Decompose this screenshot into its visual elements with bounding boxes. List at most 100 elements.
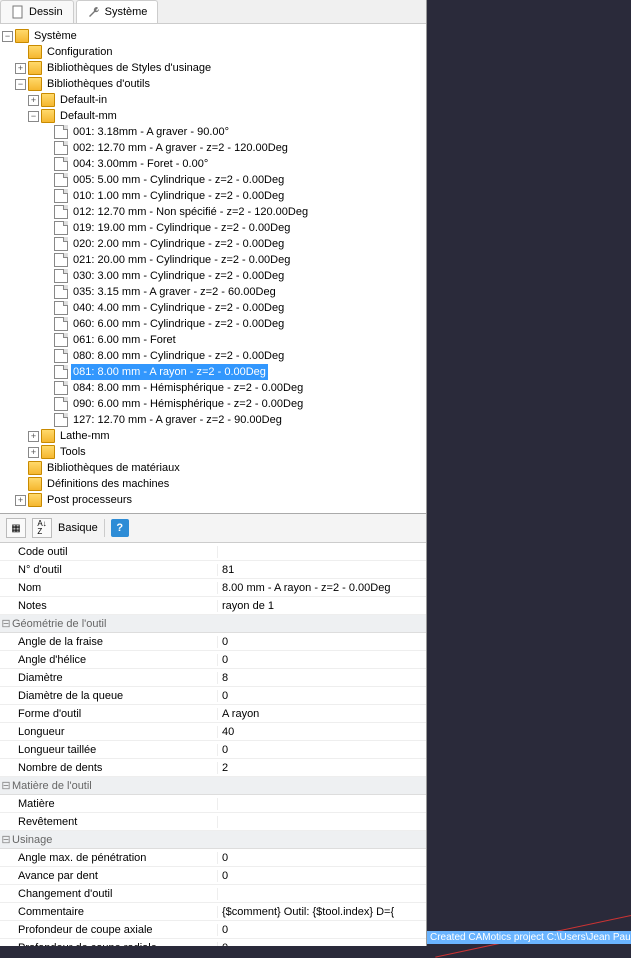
property-row[interactable]: Longueur taillée0 [0,741,426,759]
property-row[interactable]: Matière [0,795,426,813]
expand-icon[interactable]: + [28,95,39,106]
property-value[interactable]: 0 [218,924,426,936]
tree-tool-libs[interactable]: −Bibliothèques d'outils [2,76,424,92]
tree-tool-item[interactable]: 090: 6.00 mm - Hémisphérique - z=2 - 0.0… [2,396,424,412]
folder-icon [28,477,42,491]
property-name: Diamètre [0,672,218,684]
tree-tool-item[interactable]: 021: 20.00 mm - Cylindrique - z=2 - 0.00… [2,252,424,268]
property-row[interactable]: Notesrayon de 1 [0,597,426,615]
tree-tool-item[interactable]: 019: 19.00 mm - Cylindrique - z=2 - 0.00… [2,220,424,236]
property-value[interactable]: 0 [218,942,426,947]
property-value[interactable]: 0 [218,690,426,702]
collapse-icon[interactable]: ⊟ [0,617,12,630]
property-row[interactable]: Avance par dent0 [0,867,426,885]
tree-tool-item[interactable]: 060: 6.00 mm - Cylindrique - z=2 - 0.00D… [2,316,424,332]
tree-tool-item[interactable]: 004: 3.00mm - Foret - 0.00° [2,156,424,172]
tree-tool-item[interactable]: 012: 12.70 mm - Non spécifié - z=2 - 120… [2,204,424,220]
categorize-button[interactable]: ▦ [6,518,26,538]
tree-tools[interactable]: +Tools [2,444,424,460]
collapse-icon[interactable]: ⊟ [0,833,12,846]
collapse-icon[interactable]: − [2,31,13,42]
tree-style-libs[interactable]: + Bibliothèques de Styles d'usinage [2,60,424,76]
tab-bar: Dessin Système [0,0,426,24]
tree-tool-item[interactable]: 061: 6.00 mm - Foret [2,332,424,348]
property-value[interactable]: rayon de 1 [218,600,426,612]
property-row[interactable]: Diamètre8 [0,669,426,687]
tree-root-system[interactable]: −Système [2,28,424,44]
property-row[interactable]: Nom8.00 mm - A rayon - z=2 - 0.00Deg [0,579,426,597]
tree-tool-item[interactable]: 020: 2.00 mm - Cylindrique - z=2 - 0.00D… [2,236,424,252]
tree-material-libs[interactable]: Bibliothèques de matériaux [2,460,424,476]
collapse-icon[interactable]: − [28,111,39,122]
property-row[interactable]: Nombre de dents2 [0,759,426,777]
property-value[interactable]: 0 [218,852,426,864]
property-row[interactable]: Profondeur de coupe radiale0 [0,939,426,946]
property-category[interactable]: ⊟Géométrie de l'outil [0,615,426,633]
tab-design[interactable]: Dessin [0,0,74,23]
tab-system[interactable]: Système [76,0,159,23]
tree-item-label: 021: 20.00 mm - Cylindrique - z=2 - 0.00… [71,252,292,268]
collapse-icon[interactable]: − [15,79,26,90]
collapse-icon[interactable]: ⊟ [0,779,12,792]
expand-icon[interactable]: + [28,447,39,458]
tree-postprocessors[interactable]: +Post processeurs [2,492,424,508]
tree-default-mm[interactable]: −Default-mm [2,108,424,124]
property-row[interactable]: Diamètre de la queue0 [0,687,426,705]
tree-item-label: Bibliothèques de Styles d'usinage [45,60,213,76]
document-icon [54,173,68,187]
property-row[interactable]: Forme d'outilA rayon [0,705,426,723]
property-value[interactable]: 40 [218,726,426,738]
property-value[interactable]: 81 [218,564,426,576]
tree-tool-item[interactable]: 127: 12.70 mm - A graver - z=2 - 90.00De… [2,412,424,428]
expand-icon[interactable]: + [15,495,26,506]
property-value[interactable]: 0 [218,636,426,648]
document-icon [54,413,68,427]
viewport[interactable]: Created CAMotics project C:\Users\Jean P… [427,0,631,946]
property-value[interactable]: {$comment} Outil: {$tool.index} D={ [218,906,426,918]
tree-view[interactable]: −SystèmeConfiguration + Bibliothèques de S… [0,24,426,514]
property-value[interactable]: 8 [218,672,426,684]
property-row[interactable]: Angle d'hélice0 [0,651,426,669]
property-grid[interactable]: Code outilN° d'outil81Nom8.00 mm - A ray… [0,543,426,946]
property-row[interactable]: N° d'outil81 [0,561,426,579]
tree-lathe-mm[interactable]: +Lathe-mm [2,428,424,444]
tree-tool-item[interactable]: 084: 8.00 mm - Hémisphérique - z=2 - 0.0… [2,380,424,396]
status-bar: Created CAMotics project C:\Users\Jean P… [427,931,631,944]
sort-az-button[interactable]: A↓Z [32,518,52,538]
property-value[interactable]: 8.00 mm - A rayon - z=2 - 0.00Deg [218,582,426,594]
property-value[interactable]: 0 [218,870,426,882]
property-row[interactable]: Longueur40 [0,723,426,741]
property-row[interactable]: Changement d'outil [0,885,426,903]
property-value[interactable]: 2 [218,762,426,774]
tree-tool-item[interactable]: 081: 8.00 mm - A rayon - z=2 - 0.00Deg [2,364,424,380]
tree-default-in[interactable]: + Default-in [2,92,424,108]
property-row[interactable]: Code outil [0,543,426,561]
property-row[interactable]: Profondeur de coupe axiale0 [0,921,426,939]
tree-tool-item[interactable]: 005: 5.00 mm - Cylindrique - z=2 - 0.00D… [2,172,424,188]
property-row[interactable]: Angle de la fraise0 [0,633,426,651]
property-name: Changement d'outil [0,888,218,900]
tree-tool-item[interactable]: 080: 8.00 mm - Cylindrique - z=2 - 0.00D… [2,348,424,364]
tree-tool-item[interactable]: 040: 4.00 mm - Cylindrique - z=2 - 0.00D… [2,300,424,316]
tree-machine-defs[interactable]: Définitions des machines [2,476,424,492]
property-value[interactable]: 0 [218,654,426,666]
tree-tool-item[interactable]: 002: 12.70 mm - A graver - z=2 - 120.00D… [2,140,424,156]
expand-icon[interactable]: + [28,431,39,442]
property-name: Avance par dent [0,870,218,882]
tree-tool-item[interactable]: 010: 1.00 mm - Cylindrique - z=2 - 0.00D… [2,188,424,204]
tree-item-label: Default-in [58,92,109,108]
tree-tool-item[interactable]: 030: 3.00 mm - Cylindrique - z=2 - 0.00D… [2,268,424,284]
property-category[interactable]: ⊟Matière de l'outil [0,777,426,795]
expand-icon[interactable]: + [15,63,26,74]
tree-tool-item[interactable]: 035: 3.15 mm - A graver - z=2 - 60.00Deg [2,284,424,300]
property-row[interactable]: Revêtement [0,813,426,831]
property-row[interactable]: Angle max. de pénétration0 [0,849,426,867]
tree-tool-item[interactable]: 001: 3.18mm - A graver - 90.00° [2,124,424,140]
tree-item-label: 001: 3.18mm - A graver - 90.00° [71,124,231,140]
property-value[interactable]: 0 [218,744,426,756]
tree-config[interactable]: Configuration [2,44,424,60]
property-category[interactable]: ⊟Usinage [0,831,426,849]
property-row[interactable]: Commentaire{$comment} Outil: {$tool.inde… [0,903,426,921]
help-button[interactable]: ? [111,519,129,537]
property-value[interactable]: A rayon [218,708,426,720]
